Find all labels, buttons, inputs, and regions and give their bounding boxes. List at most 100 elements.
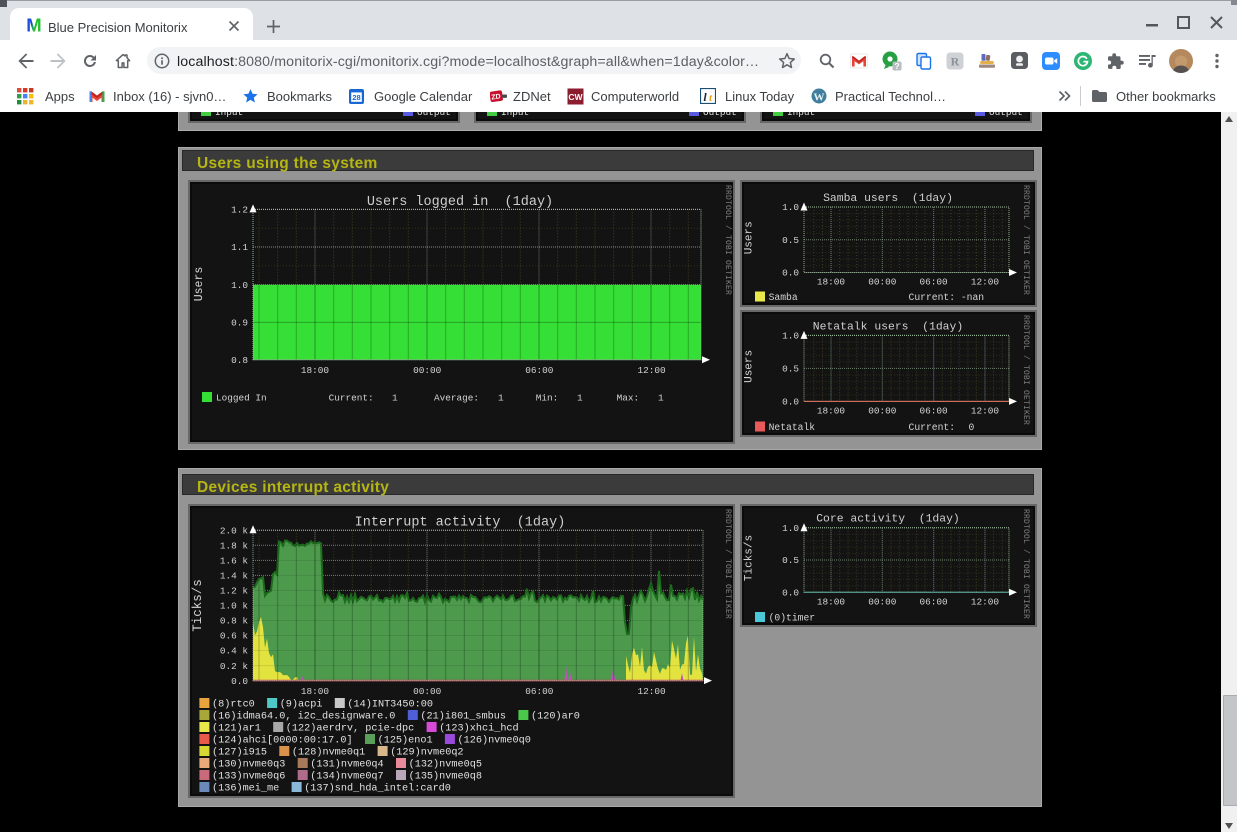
svg-text:(126)nvme0q0: (126)nvme0q0: [458, 735, 531, 747]
svg-text:(136)mei_me: (136)mei_me: [212, 783, 279, 795]
svg-text:0.9: 0.9: [231, 318, 248, 329]
svg-text:(9)acpi: (9)acpi: [280, 699, 323, 711]
svg-text:12:00: 12:00: [971, 405, 1000, 416]
svg-text:(131)nvme0q4: (131)nvme0q4: [310, 759, 383, 771]
svg-text:1.0: 1.0: [231, 280, 248, 291]
svg-text:12:00: 12:00: [971, 277, 1000, 288]
svg-text:0.8: 0.8: [231, 355, 248, 366]
svg-text:(0)timer: (0)timer: [769, 613, 816, 624]
svg-text:0.5: 0.5: [782, 555, 799, 566]
svg-text:(121)ar1: (121)ar1: [212, 723, 261, 735]
svg-text:Input: Input: [215, 112, 243, 118]
svg-text:(135)nvme0q8: (135)nvme0q8: [409, 771, 482, 783]
svg-text:(16)idma64.0, i2c_designware.0: (16)idma64.0, i2c_designware.0: [212, 711, 395, 723]
svg-text:1: 1: [498, 393, 504, 404]
svg-text:Netatalk: Netatalk: [769, 422, 816, 433]
svg-text:(127)i915: (127)i915: [212, 747, 267, 759]
svg-text:28: 28: [352, 93, 360, 102]
svg-text:0.8 k: 0.8 k: [220, 616, 249, 627]
svg-text:1.0: 1.0: [782, 523, 799, 534]
svg-text:0.0: 0.0: [782, 588, 799, 599]
svg-text:Users logged in (1day): Users logged in (1day): [367, 195, 553, 210]
svg-text:Input: Input: [501, 112, 529, 118]
svg-text:06:00: 06:00: [920, 405, 949, 416]
svg-text:RRDTOOL / TOBI OETIKER: RRDTOOL / TOBI OETIKER: [1021, 185, 1030, 295]
svg-text:1.6 k: 1.6 k: [220, 556, 249, 567]
svg-text:1.8 k: 1.8 k: [220, 541, 249, 552]
svg-text:(21)i801_smbus: (21)i801_smbus: [420, 711, 506, 723]
svg-text:Users: Users: [744, 350, 756, 383]
svg-text:1.0 k: 1.0 k: [220, 601, 249, 612]
svg-text:(124)ahci[0000:00:17.0]: (124)ahci[0000:00:17.0]: [212, 735, 353, 747]
svg-text:06:00: 06:00: [525, 686, 554, 697]
svg-text:00:00: 00:00: [413, 686, 442, 697]
svg-text:06:00: 06:00: [525, 365, 554, 376]
svg-text:06:00: 06:00: [920, 596, 949, 607]
svg-text:Output: Output: [989, 112, 1023, 118]
svg-text:18:00: 18:00: [301, 365, 330, 376]
svg-text:0.5: 0.5: [782, 235, 799, 246]
svg-text:Min:: Min:: [536, 393, 559, 404]
svg-text:0.0: 0.0: [782, 268, 799, 279]
svg-text:18:00: 18:00: [817, 277, 846, 288]
svg-text:Users: Users: [193, 267, 206, 302]
svg-text:18:00: 18:00: [817, 596, 846, 607]
svg-text:Samba users (1day): Samba users (1day): [823, 193, 953, 205]
svg-text:Current:: Current:: [909, 422, 956, 433]
svg-text:1: 1: [577, 393, 583, 404]
svg-text:0.5: 0.5: [782, 364, 799, 375]
svg-text:00:00: 00:00: [868, 277, 897, 288]
svg-text:Ticks/s: Ticks/s: [744, 535, 756, 581]
svg-text:(14)INT3450:00: (14)INT3450:00: [347, 699, 433, 711]
svg-text:Interrupt activity (1day): Interrupt activity (1day): [355, 516, 566, 531]
svg-text:0.0: 0.0: [231, 676, 248, 687]
svg-text:(130)nvme0q3: (130)nvme0q3: [212, 759, 285, 771]
svg-text:Logged In: Logged In: [216, 393, 267, 404]
svg-text:1.0: 1.0: [782, 202, 799, 213]
svg-text:0.4 k: 0.4 k: [220, 646, 249, 657]
svg-text:12:00: 12:00: [971, 596, 1000, 607]
svg-text:Core activity (1day): Core activity (1day): [816, 514, 960, 526]
svg-text:18:00: 18:00: [301, 686, 330, 697]
svg-text:Output: Output: [703, 112, 737, 118]
svg-text:(129)nvme0q2: (129)nvme0q2: [390, 747, 463, 759]
svg-text:(134)nvme0q7: (134)nvme0q7: [310, 771, 383, 783]
svg-text:RRDTOOL / TOBI OETIKER: RRDTOOL / TOBI OETIKER: [1021, 315, 1030, 425]
svg-text:(120)ar0: (120)ar0: [531, 711, 580, 723]
svg-text:06:00: 06:00: [920, 277, 949, 288]
svg-text:ZD: ZD: [491, 93, 501, 101]
svg-text:CW: CW: [568, 92, 583, 102]
svg-text:M: M: [26, 17, 41, 33]
svg-text:R: R: [951, 55, 960, 69]
svg-text:Samba: Samba: [769, 292, 798, 303]
svg-text:Users: Users: [744, 221, 756, 254]
svg-text:00:00: 00:00: [868, 405, 897, 416]
svg-text:(137)snd_hda_intel:card0: (137)snd_hda_intel:card0: [304, 783, 451, 795]
svg-text:0.2 k: 0.2 k: [220, 661, 249, 672]
svg-text:0.0: 0.0: [782, 397, 799, 408]
svg-text:12:00: 12:00: [638, 365, 667, 376]
svg-text:RRDTOOL / TOBI OETIKER: RRDTOOL / TOBI OETIKER: [723, 509, 732, 619]
svg-text:Current: -nan: Current: -nan: [909, 292, 985, 303]
svg-text:1: 1: [392, 393, 398, 404]
svg-text:1: 1: [658, 393, 664, 404]
svg-text:Average:: Average:: [434, 393, 479, 404]
svg-text:(132)nvme0q5: (132)nvme0q5: [409, 759, 482, 771]
svg-text:?: ?: [894, 61, 899, 71]
svg-text:1.4 k: 1.4 k: [220, 571, 249, 582]
svg-text:(8)rtc0: (8)rtc0: [212, 699, 255, 711]
svg-text:RRDTOOL / TOBI OETIKER: RRDTOOL / TOBI OETIKER: [1021, 509, 1030, 619]
svg-text:W: W: [814, 92, 825, 104]
svg-text:Netatalk users (1day): Netatalk users (1day): [813, 321, 963, 333]
svg-text:(123)xhci_hcd: (123)xhci_hcd: [439, 723, 518, 735]
svg-text:1.2: 1.2: [231, 205, 248, 216]
svg-text:RRDTOOL / TOBI OETIKER: RRDTOOL / TOBI OETIKER: [723, 185, 732, 295]
svg-text:00:00: 00:00: [413, 365, 442, 376]
svg-text:2.0 k: 2.0 k: [220, 526, 249, 537]
svg-text:Output: Output: [417, 112, 451, 118]
svg-text:(128)nvme0q1: (128)nvme0q1: [292, 747, 365, 759]
svg-text:Max:: Max:: [617, 393, 640, 404]
svg-text:(122)aerdrv, pcie-dpc: (122)aerdrv, pcie-dpc: [286, 723, 414, 735]
svg-text:Current:: Current:: [329, 393, 374, 404]
svg-text:18:00: 18:00: [817, 405, 846, 416]
